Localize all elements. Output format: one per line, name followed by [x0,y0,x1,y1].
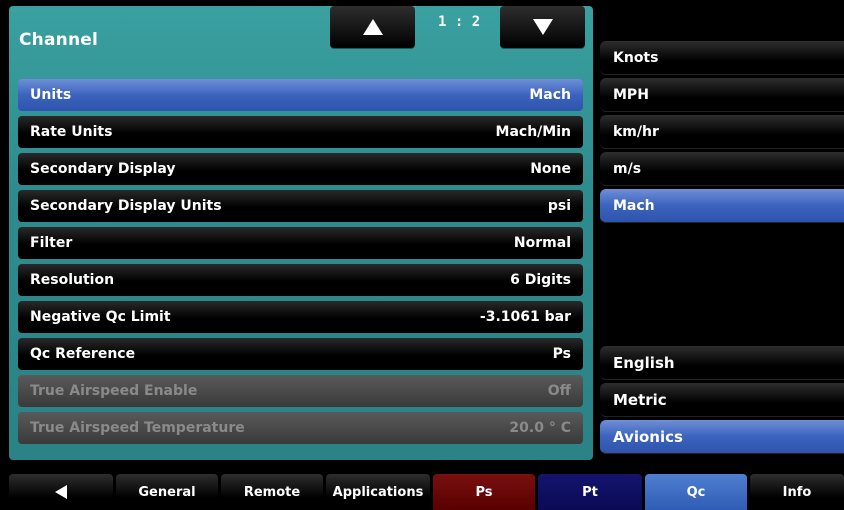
option-label: Knots [613,49,659,66]
setting-row-secondary-display[interactable]: Secondary Display None [18,153,583,185]
setting-row-true-airspeed-enable: True Airspeed Enable Off [18,375,583,407]
setting-row-true-airspeed-temperature: True Airspeed Temperature 20.0 ° C [18,412,583,444]
setting-value: 20.0 ° C [509,420,571,436]
option-label: English [613,353,675,372]
setting-value: Mach [529,87,571,103]
tab-label: Applications [332,484,424,500]
setting-value: 6 Digits [510,272,571,288]
back-button[interactable] [9,474,113,510]
unit-option-m-s[interactable]: m/s [600,152,844,186]
unit-option-mph[interactable]: MPH [600,78,844,112]
tab-general[interactable]: General [116,474,218,510]
setting-label: Secondary Display [30,161,176,177]
tab-pt[interactable]: Pt [538,474,642,510]
page-title: Channel [19,30,99,50]
page-up-button[interactable] [330,6,415,48]
setting-label: Units [30,87,72,103]
down-arrow-icon [532,19,553,35]
unit-system-metric[interactable]: Metric [600,383,844,417]
option-label: m/s [613,160,642,177]
tab-info[interactable]: Info [750,474,844,510]
setting-value: -3.1061 bar [479,309,571,325]
setting-label: Secondary Display Units [30,198,222,214]
back-arrow-icon [55,485,67,499]
setting-label: True Airspeed Enable [30,383,198,399]
tab-remote[interactable]: Remote [221,474,323,510]
tab-label: Info [782,484,812,500]
page-down-button[interactable] [500,6,585,48]
tab-label: Ps [475,484,493,500]
setting-label: Qc Reference [30,346,136,362]
setting-value: None [530,161,571,177]
setting-row-qc-reference[interactable]: Qc Reference Ps [18,338,583,370]
setting-row-negative-qc-limit[interactable]: Negative Qc Limit -3.1061 bar [18,301,583,333]
option-label: Avionics [613,427,683,446]
setting-row-rate-units[interactable]: Rate Units Mach/Min [18,116,583,148]
setting-value: Off [547,383,571,399]
setting-row-units[interactable]: Units Mach [18,79,583,111]
option-label: km/hr [613,123,659,140]
option-label: Metric [613,390,667,409]
tab-label: Pt [582,484,598,500]
page-indicator: 1 : 2 [438,14,481,30]
tab-qc[interactable]: Qc [645,474,747,510]
setting-value: Ps [552,346,571,362]
setting-label: Negative Qc Limit [30,309,171,325]
setting-label: Filter [30,235,73,251]
up-arrow-icon [362,19,383,35]
setting-row-secondary-display-units[interactable]: Secondary Display Units psi [18,190,583,222]
tab-label: Remote [243,484,301,500]
tab-label: General [138,484,196,500]
tab-applications[interactable]: Applications [326,474,430,510]
unit-option-mach[interactable]: Mach [600,189,844,223]
setting-value: Normal [513,235,571,251]
unit-option-knots[interactable]: Knots [600,41,844,75]
unit-system-english[interactable]: English [600,346,844,380]
setting-value: Mach/Min [495,124,571,140]
tab-ps[interactable]: Ps [433,474,535,510]
setting-value: psi [547,198,571,214]
setting-label: Rate Units [30,124,113,140]
tab-label: Qc [686,484,706,500]
option-label: MPH [613,86,649,103]
setting-label: True Airspeed Temperature [30,420,245,436]
setting-row-filter[interactable]: Filter Normal [18,227,583,259]
setting-row-resolution[interactable]: Resolution 6 Digits [18,264,583,296]
unit-option-km-hr[interactable]: km/hr [600,115,844,149]
option-label: Mach [613,197,655,214]
unit-system-avionics[interactable]: Avionics [600,420,844,454]
setting-label: Resolution [30,272,115,288]
